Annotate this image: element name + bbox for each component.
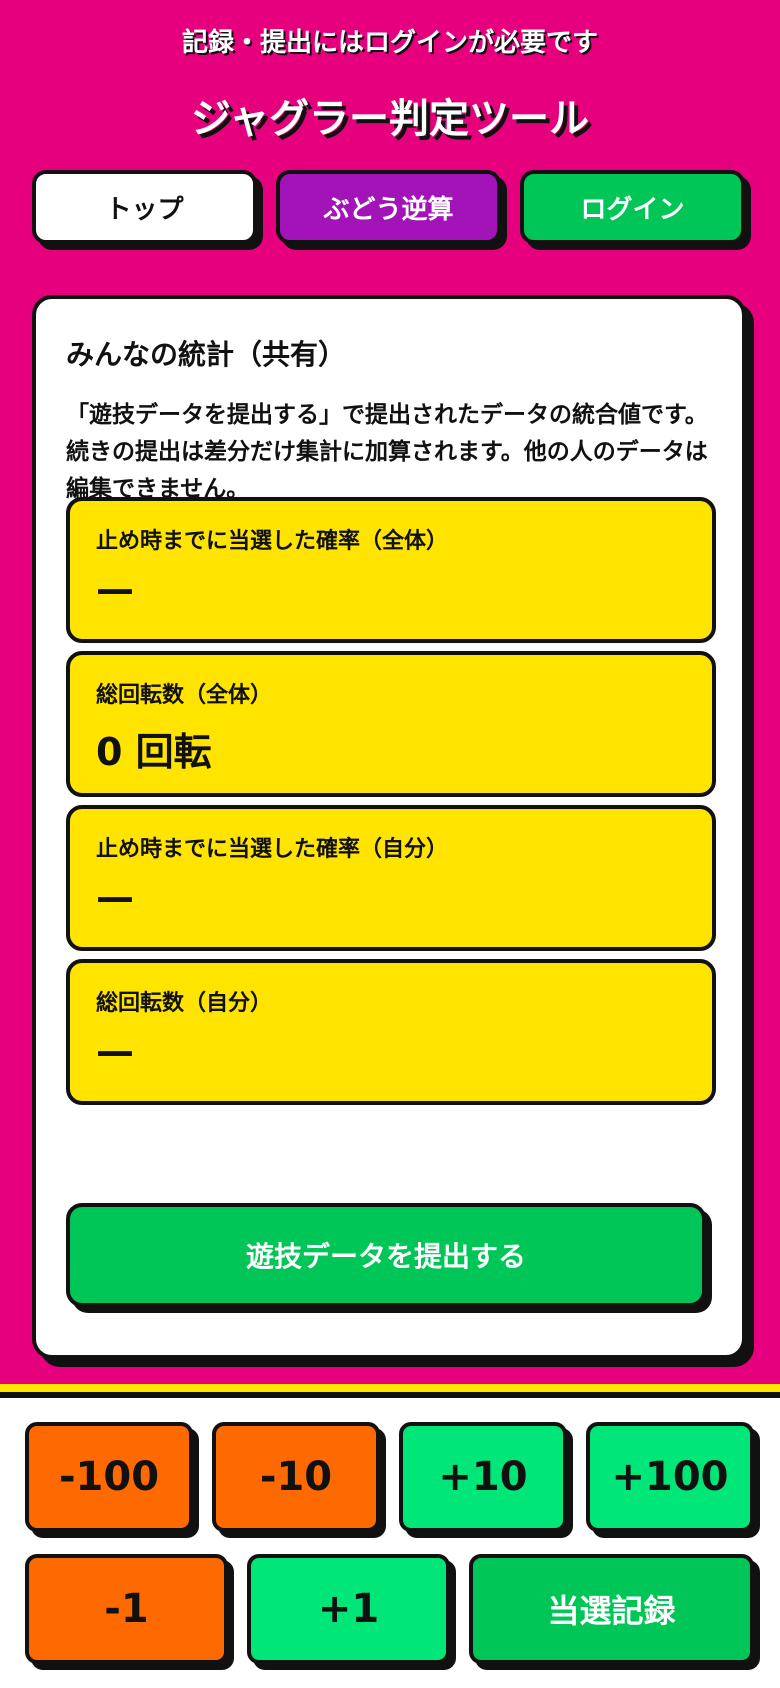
stat-box-overall-spins: 総回転数（全体） 0 回転 [66,651,716,797]
stat-value: 0 回転 [96,730,212,774]
minus-100-button[interactable]: -100 [25,1422,193,1532]
record-win-button[interactable]: 当選記録 [469,1554,754,1664]
stat-value: — [96,875,134,919]
stat-label: 総回転数（全体） [96,683,273,708]
submit-data-button[interactable]: 遊技データを提出する [66,1203,706,1307]
stat-box-overall-probability: 止め時までに当選した確率（全体） — [66,497,716,643]
divider-yellow [0,1384,780,1392]
plus-10-button[interactable]: +10 [399,1422,567,1532]
stat-box-self-probability: 止め時までに当選した確率（自分） — [66,805,716,951]
stat-box-self-spins: 総回転数（自分） — [66,959,716,1105]
top-nav: トップ ぶどう逆算 ログイン [32,170,748,252]
stat-value: — [96,567,134,611]
stats-description: 「遊技データを提出する」で提出されたデータの統合値です。続きの提出は差分だけ集計… [66,402,708,502]
stat-label: 止め時までに当選した確率（自分） [96,837,449,862]
shared-stats-card: みんなの統計（共有） 「遊技データを提出する」で提出されたデータの統合値です。続… [32,295,746,1359]
nav-grape-calc-button[interactable]: ぶどう逆算 [276,170,501,244]
nav-login-button[interactable]: ログイン [520,170,745,244]
stat-label: 総回転数（自分） [96,991,273,1016]
minus-10-button[interactable]: -10 [212,1422,380,1532]
plus-100-button[interactable]: +100 [586,1422,754,1532]
stats-heading: みんなの統計（共有） [66,338,347,371]
page-title: ジャグラー判定ツール [191,96,589,142]
counter-keypad: -100 -10 +10 +100 -1 +1 当選記録 [0,1398,780,1688]
stat-label: 止め時までに当選した確率（全体） [96,529,449,554]
plus-1-button[interactable]: +1 [247,1554,450,1664]
login-notice: 記録・提出にはログインが必要です [181,28,598,58]
stat-value: — [96,1029,134,1073]
nav-top-button[interactable]: トップ [32,170,257,244]
minus-1-button[interactable]: -1 [25,1554,228,1664]
